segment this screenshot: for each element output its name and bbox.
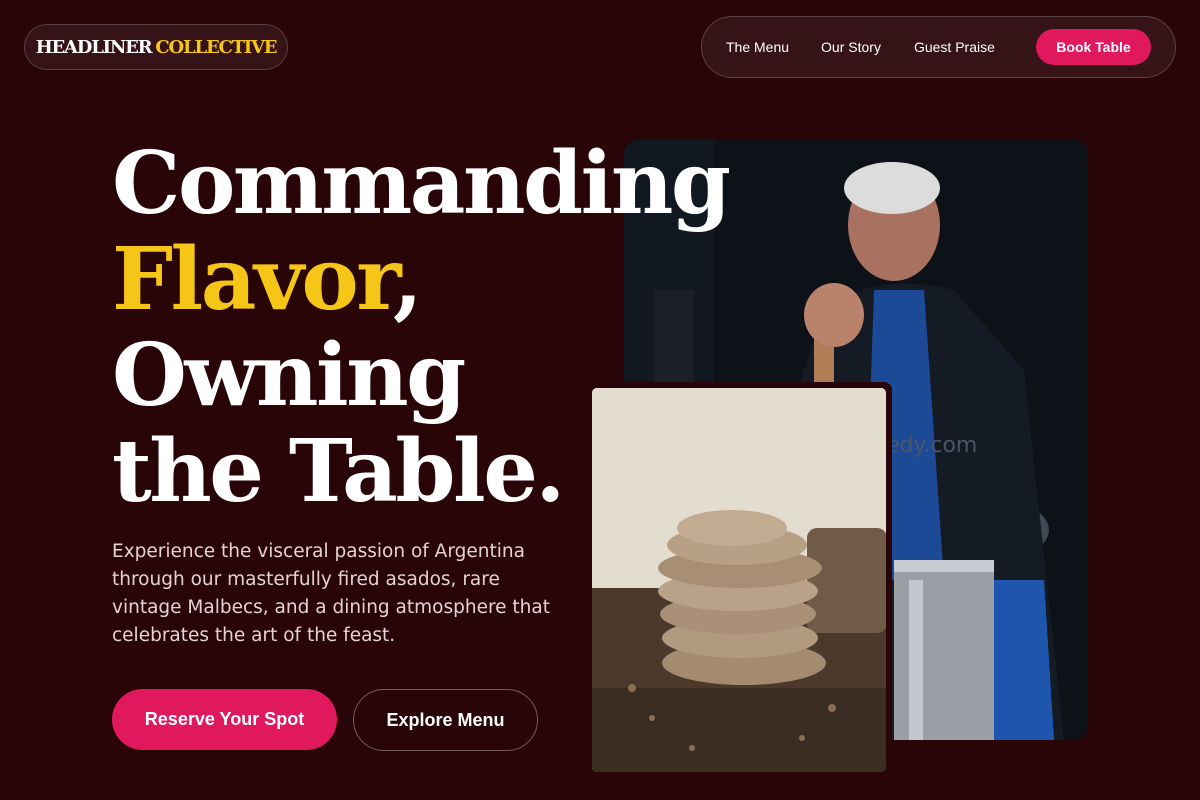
bread-photo — [592, 388, 886, 772]
book-table-button[interactable]: Book Table — [1036, 29, 1151, 65]
explore-menu-button[interactable]: Explore Menu — [353, 689, 538, 751]
reserve-spot-button[interactable]: Reserve Your Spot — [112, 689, 337, 750]
nav-link-menu[interactable]: The Menu — [726, 39, 789, 55]
logo-word-collective: COLLECTIVE — [155, 36, 277, 58]
main-nav: The Menu Our Story Guest Praise Book Tab… — [701, 16, 1176, 78]
headline-line-1: Commanding — [112, 133, 731, 234]
hero-description: Experience the visceral passion of Argen… — [112, 541, 550, 646]
headline-accent-flavor: Flavor — [112, 229, 395, 330]
hero-page: HEADLINER COLLECTIVE The Menu Our Story … — [0, 0, 1200, 800]
brand-logo[interactable]: HEADLINER COLLECTIVE — [24, 24, 288, 70]
headline-line-2: Flavor, — [112, 232, 752, 328]
logo-word-headliner: HEADLINER — [35, 36, 153, 58]
bread-photo-frame — [586, 382, 892, 778]
nav-link-story[interactable]: Our Story — [821, 39, 881, 55]
headline-comma: , — [392, 229, 423, 330]
bread-illustration — [592, 388, 886, 772]
watermark-text: edy.com — [886, 433, 977, 458]
nav-link-praise[interactable]: Guest Praise — [914, 39, 995, 55]
